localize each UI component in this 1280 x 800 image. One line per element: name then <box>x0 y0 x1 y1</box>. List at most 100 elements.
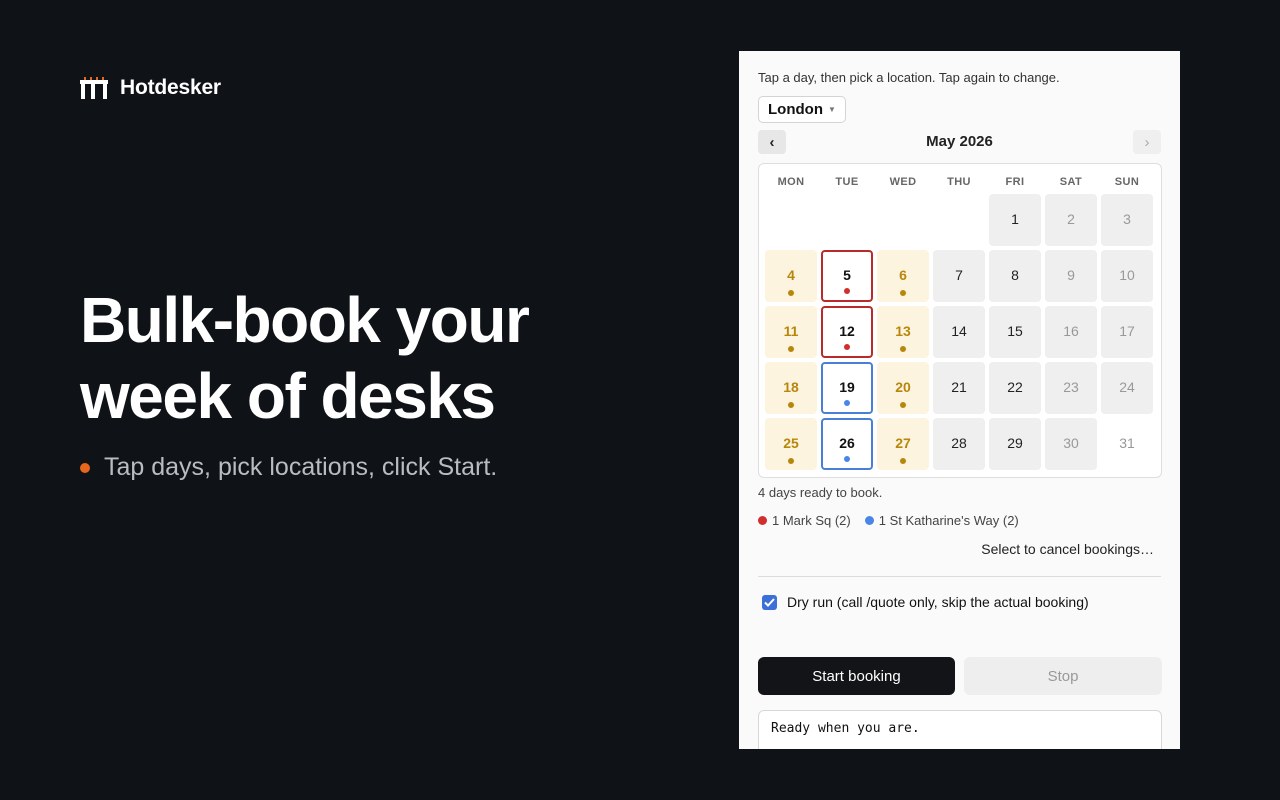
calendar-day-21[interactable]: 21 <box>933 362 985 414</box>
calendar-day-31[interactable]: 31 <box>1101 418 1153 470</box>
day-number: 15 <box>1007 323 1023 339</box>
location-dot-icon <box>900 458 906 464</box>
brand-name: Hotdesker <box>120 76 221 99</box>
weekday-header-tue: TUE <box>835 176 859 188</box>
caret-down-icon: ▼ <box>827 105 836 114</box>
day-number: 22 <box>1007 379 1023 395</box>
day-number: 16 <box>1063 323 1079 339</box>
calendar-day-8[interactable]: 8 <box>989 250 1041 302</box>
status-log: Ready when you are. <box>758 710 1162 749</box>
cancel-bookings-link[interactable]: Select to cancel bookings… <box>981 541 1154 557</box>
calendar-grid: MON TUE WED THU FRI SAT SUN 1 2 3 4 5 6 7 8 9 10 11 12 13 14… <box>758 163 1162 478</box>
calendar-day-22[interactable]: 22 <box>989 362 1041 414</box>
legend-item: 1 St Katharine's Way (2) <box>864 513 1019 528</box>
check-icon <box>764 597 775 607</box>
calendar-day-3[interactable]: 3 <box>1101 194 1153 246</box>
location-dot-icon <box>788 458 794 464</box>
booking-panel: Tap a day, then pick a location. Tap aga… <box>739 51 1180 749</box>
ready-count: 4 days ready to book. <box>758 485 883 500</box>
day-number: 20 <box>895 379 911 395</box>
day-number: 27 <box>895 435 911 451</box>
legend-dot-icon <box>758 516 767 525</box>
day-number: 23 <box>1063 379 1079 395</box>
calendar-day-15[interactable]: 15 <box>989 306 1041 358</box>
day-number: 14 <box>951 323 967 339</box>
instruction-hint: Tap a day, then pick a location. Tap aga… <box>758 70 1060 85</box>
day-number: 2 <box>1067 211 1075 227</box>
day-number: 29 <box>1007 435 1023 451</box>
calendar-day-14[interactable]: 14 <box>933 306 985 358</box>
location-dot-icon <box>900 290 906 296</box>
day-number: 18 <box>783 379 799 395</box>
calendar-day-17[interactable]: 17 <box>1101 306 1153 358</box>
day-number: 3 <box>1123 211 1131 227</box>
dry-run-checkbox[interactable] <box>762 594 777 610</box>
day-number: 12 <box>839 323 855 339</box>
location-dot-icon <box>844 456 850 462</box>
calendar-day-11[interactable]: 11 <box>765 306 817 358</box>
headline: Bulk-book your week of desks <box>80 282 640 434</box>
location-dot-icon <box>900 402 906 408</box>
legend-label: 1 St Katharine's Way (2) <box>878 513 1019 528</box>
day-number: 28 <box>951 435 967 451</box>
next-month-button[interactable]: › <box>1133 130 1161 154</box>
calendar-day-2[interactable]: 2 <box>1045 194 1097 246</box>
calendar-day-19[interactable]: 19 <box>821 362 873 414</box>
day-number: 31 <box>1119 435 1135 451</box>
day-number: 13 <box>895 323 911 339</box>
headline-line-2: week of desks <box>80 360 496 432</box>
calendar-day-9[interactable]: 9 <box>1045 250 1097 302</box>
calendar-day-4[interactable]: 4 <box>765 250 817 302</box>
legend-dot-icon <box>864 516 874 525</box>
calendar-day-18[interactable]: 18 <box>765 362 817 414</box>
location-select[interactable]: London ▼ <box>758 96 846 123</box>
day-number: 11 <box>783 323 799 339</box>
calendar-day-30[interactable]: 30 <box>1045 418 1097 470</box>
brand: Hotdesker <box>80 76 221 100</box>
calendar-day-23[interactable]: 23 <box>1045 362 1097 414</box>
day-number: 7 <box>955 267 963 283</box>
location-dot-icon <box>788 402 794 408</box>
day-number: 25 <box>783 435 799 451</box>
feature-bullet: Tap days, pick locations, click Start. <box>80 453 497 482</box>
calendar-day-1[interactable]: 1 <box>989 194 1041 246</box>
day-number: 5 <box>843 267 851 283</box>
calendar-day-16[interactable]: 16 <box>1045 306 1097 358</box>
day-number: 9 <box>1067 267 1075 283</box>
day-number: 1 <box>1011 211 1019 227</box>
dry-run-label: Dry run (call /quote only, skip the actu… <box>787 594 1089 610</box>
calendar-day-13[interactable]: 13 <box>877 306 929 358</box>
day-number: 17 <box>1119 323 1135 339</box>
calendar-day-25[interactable]: 25 <box>765 418 817 470</box>
location-dot-icon <box>788 346 794 352</box>
day-number: 24 <box>1119 379 1135 395</box>
weekday-header-thu: THU <box>947 176 971 188</box>
bullet-dot-icon <box>80 462 90 473</box>
headline-line-1: Bulk-book your <box>80 284 530 356</box>
location-dot-icon <box>788 290 794 296</box>
calendar-day-12[interactable]: 12 <box>821 306 873 358</box>
calendar-day-26[interactable]: 26 <box>821 418 873 470</box>
dry-run-row[interactable]: Dry run (call /quote only, skip the actu… <box>762 594 1089 610</box>
calendar-day-10[interactable]: 10 <box>1101 250 1153 302</box>
location-value: London <box>768 101 823 118</box>
calendar-day-7[interactable]: 7 <box>933 250 985 302</box>
location-legend: 1 Mark Sq (2) 1 St Katharine's Way (2) <box>758 513 1019 528</box>
calendar-day-27[interactable]: 27 <box>877 418 929 470</box>
location-dot-icon <box>844 400 850 406</box>
weekday-header-mon: MON <box>777 176 805 188</box>
day-number: 26 <box>839 435 855 451</box>
weekday-header-fri: FRI <box>1005 176 1025 188</box>
bullet-text: Tap days, pick locations, click Start. <box>104 453 498 481</box>
desk-logo-icon <box>80 77 108 99</box>
calendar-day-24[interactable]: 24 <box>1101 362 1153 414</box>
weekday-header-wed: WED <box>889 176 917 188</box>
calendar-day-28[interactable]: 28 <box>933 418 985 470</box>
calendar-day-6[interactable]: 6 <box>877 250 929 302</box>
stop-button[interactable]: Stop <box>964 657 1162 695</box>
start-booking-button[interactable]: Start booking <box>758 657 955 695</box>
calendar-day-20[interactable]: 20 <box>877 362 929 414</box>
day-number: 19 <box>839 379 855 395</box>
calendar-day-29[interactable]: 29 <box>989 418 1041 470</box>
calendar-day-5[interactable]: 5 <box>821 250 873 302</box>
